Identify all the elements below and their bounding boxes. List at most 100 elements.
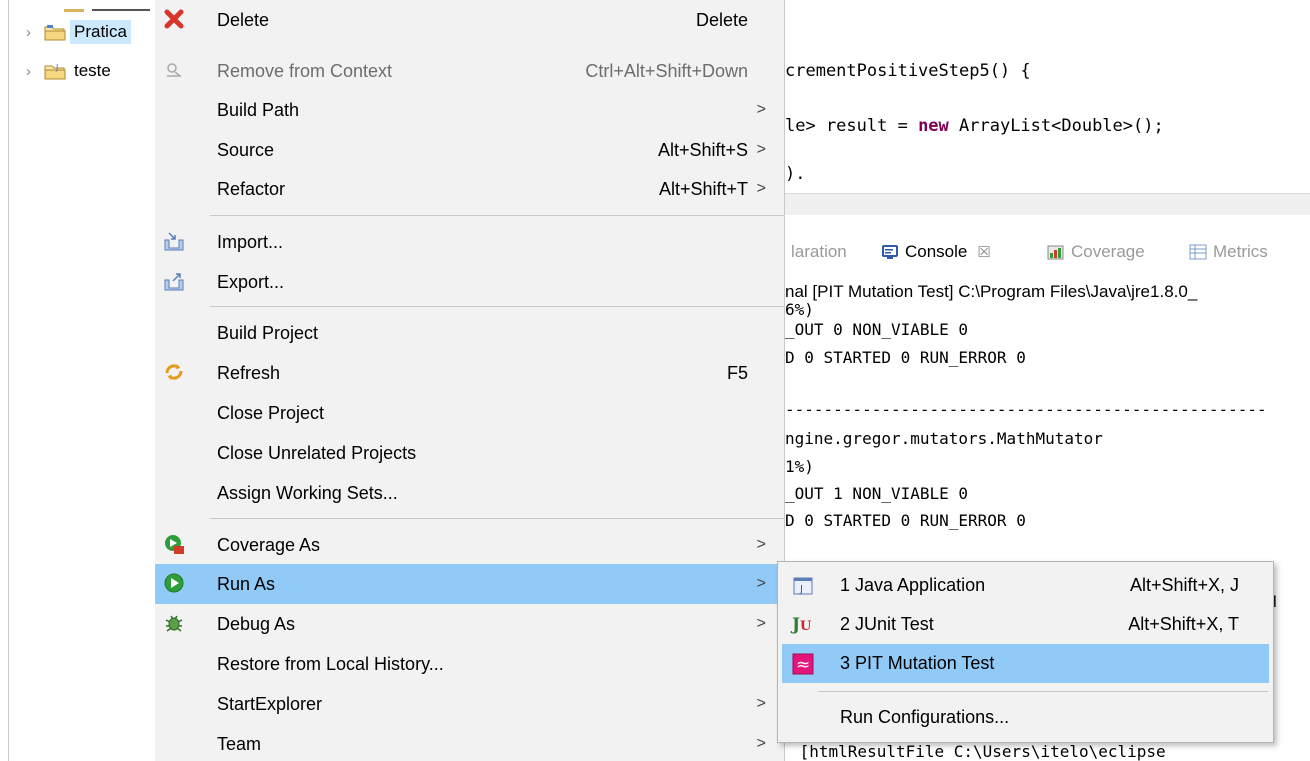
remove-context-icon <box>163 59 185 81</box>
menu-item-export[interactable]: Export... <box>155 262 784 302</box>
menu-item-label: Assign Working Sets... <box>217 482 398 503</box>
debug-icon <box>163 612 185 634</box>
code-editor[interactable]: crementPositiveStep5() { le> result = ne… <box>785 0 1310 215</box>
menu-item-startexplorer[interactable]: StartExplorer > <box>155 684 784 724</box>
tree-item-pratica[interactable]: › Pratica <box>26 18 131 46</box>
tab-label: Metrics <box>1213 242 1268 261</box>
console-line: D 0 STARTED 0 RUN_ERROR 0 <box>785 348 1026 367</box>
menu-item-delete[interactable]: Delete Delete <box>155 0 784 40</box>
tree-item-teste[interactable]: › J teste <box>26 57 115 85</box>
menu-item-close-project[interactable]: Close Project <box>155 393 784 433</box>
import-icon <box>163 230 185 252</box>
menu-item-label: Export... <box>217 271 285 292</box>
console-line: ngine.gregor.mutators.MathMutator <box>785 429 1103 448</box>
chevron-right-icon: > <box>756 536 766 553</box>
delete-icon <box>163 8 185 30</box>
menu-item-coverage-as[interactable]: Coverage As > <box>155 525 784 565</box>
menu-separator <box>210 306 784 307</box>
menu-item-shortcut: F5 <box>726 362 748 383</box>
svg-text:≈: ≈ <box>796 655 810 675</box>
menu-item-label: Team <box>217 733 262 754</box>
submenu-item-label: 3 PIT Mutation Test <box>840 653 995 673</box>
chevron-right-icon: > <box>756 735 766 752</box>
console-description: nal [PIT Mutation Test] C:\Program Files… <box>785 282 1198 301</box>
tab-label: laration <box>791 242 847 261</box>
tab-metrics[interactable]: Metrics <box>1189 240 1268 264</box>
submenu-item-shortcut: Alt+Shift+X, J <box>1129 575 1239 595</box>
project-folder-icon <box>44 24 66 41</box>
menu-item-shortcut: Delete <box>695 9 748 30</box>
tab-declaration[interactable]: laration <box>791 240 847 264</box>
menu-item-label: Source <box>217 139 275 160</box>
editor-scrollbar[interactable] <box>785 193 1310 215</box>
close-icon[interactable]: ☒ <box>977 243 990 261</box>
console-line: D 0 STARTED 0 RUN_ERROR 0 <box>785 511 1026 530</box>
menu-item-refresh[interactable]: Refresh F5 <box>155 353 784 393</box>
console-line: _OUT 0 NON_VIABLE 0 <box>785 320 969 339</box>
menu-separator <box>210 518 784 519</box>
explorer-tree-line <box>8 0 9 761</box>
menu-item-restore-from-local-history[interactable]: Restore from Local History... <box>155 644 784 684</box>
tree-item-cut-off <box>40 0 152 12</box>
submenu-item-pit-mutation-test[interactable]: ≈ 3 PIT Mutation Test <box>782 644 1269 683</box>
code-text: ArrayList<Double>(); <box>948 116 1164 136</box>
menu-item-build-project[interactable]: Build Project <box>155 313 784 353</box>
menu-item-source[interactable]: Source Alt+Shift+S > <box>155 130 784 170</box>
menu-item-build-path[interactable]: Build Path > <box>155 90 784 130</box>
menu-item-label: Close Unrelated Projects <box>217 442 417 463</box>
chevron-right-icon[interactable]: › <box>26 24 42 41</box>
menu-item-run-as[interactable]: Run As > <box>155 564 784 604</box>
chevron-right-icon: > <box>756 695 766 712</box>
menu-item-remove-from-context[interactable]: Remove from Context Ctrl+Alt+Shift+Down <box>155 51 784 91</box>
menu-item-label: Refactor <box>217 178 286 199</box>
menu-item-label: Build Path <box>217 99 300 120</box>
menu-item-label: Coverage As <box>217 534 321 555</box>
junit-icon: JU <box>792 614 814 636</box>
console-line: 6%) <box>785 300 814 319</box>
tree-item-label: teste <box>74 61 111 80</box>
code-line: le> result = new ArrayList<Double>(); <box>785 116 1164 136</box>
menu-item-label: Debug As <box>217 613 296 634</box>
menu-item-shortcut: Alt+Shift+S <box>657 139 748 160</box>
menu-item-label: Delete <box>217 9 270 30</box>
svg-text:J: J <box>799 584 803 595</box>
menu-separator <box>210 215 784 216</box>
coverage-as-icon <box>163 533 185 555</box>
java-application-icon: J <box>792 575 814 597</box>
menu-item-close-unrelated-projects[interactable]: Close Unrelated Projects <box>155 433 784 473</box>
svg-text:J: J <box>55 63 58 72</box>
run-icon <box>163 572 185 594</box>
project-explorer: › Pratica › J teste <box>0 0 160 761</box>
junit-icon-u: U <box>800 619 812 634</box>
menu-item-label: Close Project <box>217 402 325 423</box>
tab-label: Console <box>905 242 968 261</box>
submenu-item-run-configurations[interactable]: Run Configurations... <box>782 698 1269 737</box>
menu-item-label: Remove from Context <box>217 60 393 81</box>
submenu-item-java-application[interactable]: J 1 Java Application Alt+Shift+X, J <box>782 566 1269 605</box>
menu-item-label: Import... <box>217 231 284 252</box>
chevron-right-icon: > <box>756 141 766 158</box>
chevron-right-icon: > <box>756 101 766 118</box>
menu-item-debug-as[interactable]: Debug As > <box>155 604 784 644</box>
chevron-right-icon[interactable]: › <box>26 63 42 80</box>
menu-item-shortcut: Alt+Shift+T <box>658 178 748 199</box>
menu-item-label: Restore from Local History... <box>217 653 444 674</box>
menu-item-team[interactable]: Team > <box>155 724 784 761</box>
menu-item-label: Refresh <box>217 362 281 383</box>
tree-item-label: Pratica <box>70 20 131 44</box>
submenu-separator <box>818 691 1268 692</box>
menu-item-label: Build Project <box>217 322 319 343</box>
menu-item-refactor[interactable]: Refactor Alt+Shift+T > <box>155 169 784 209</box>
submenu-item-label: 1 Java Application <box>840 575 986 595</box>
tab-console[interactable]: Console ☒ <box>881 240 991 264</box>
menu-item-assign-working-sets[interactable]: Assign Working Sets... <box>155 473 784 513</box>
code-keyword: new <box>918 116 949 136</box>
console-line: [htmlResultFile C:\Users\itelo\eclipse <box>790 742 1166 761</box>
submenu-item-label: Run Configurations... <box>840 707 1010 727</box>
refresh-icon <box>163 361 185 383</box>
chevron-right-icon: > <box>756 180 766 197</box>
submenu-item-junit-test[interactable]: JU 2 JUnit Test Alt+Shift+X, T <box>782 605 1269 644</box>
tab-coverage[interactable]: Coverage <box>1047 240 1145 264</box>
menu-item-import[interactable]: Import... <box>155 222 784 262</box>
code-line: ). <box>785 164 806 184</box>
